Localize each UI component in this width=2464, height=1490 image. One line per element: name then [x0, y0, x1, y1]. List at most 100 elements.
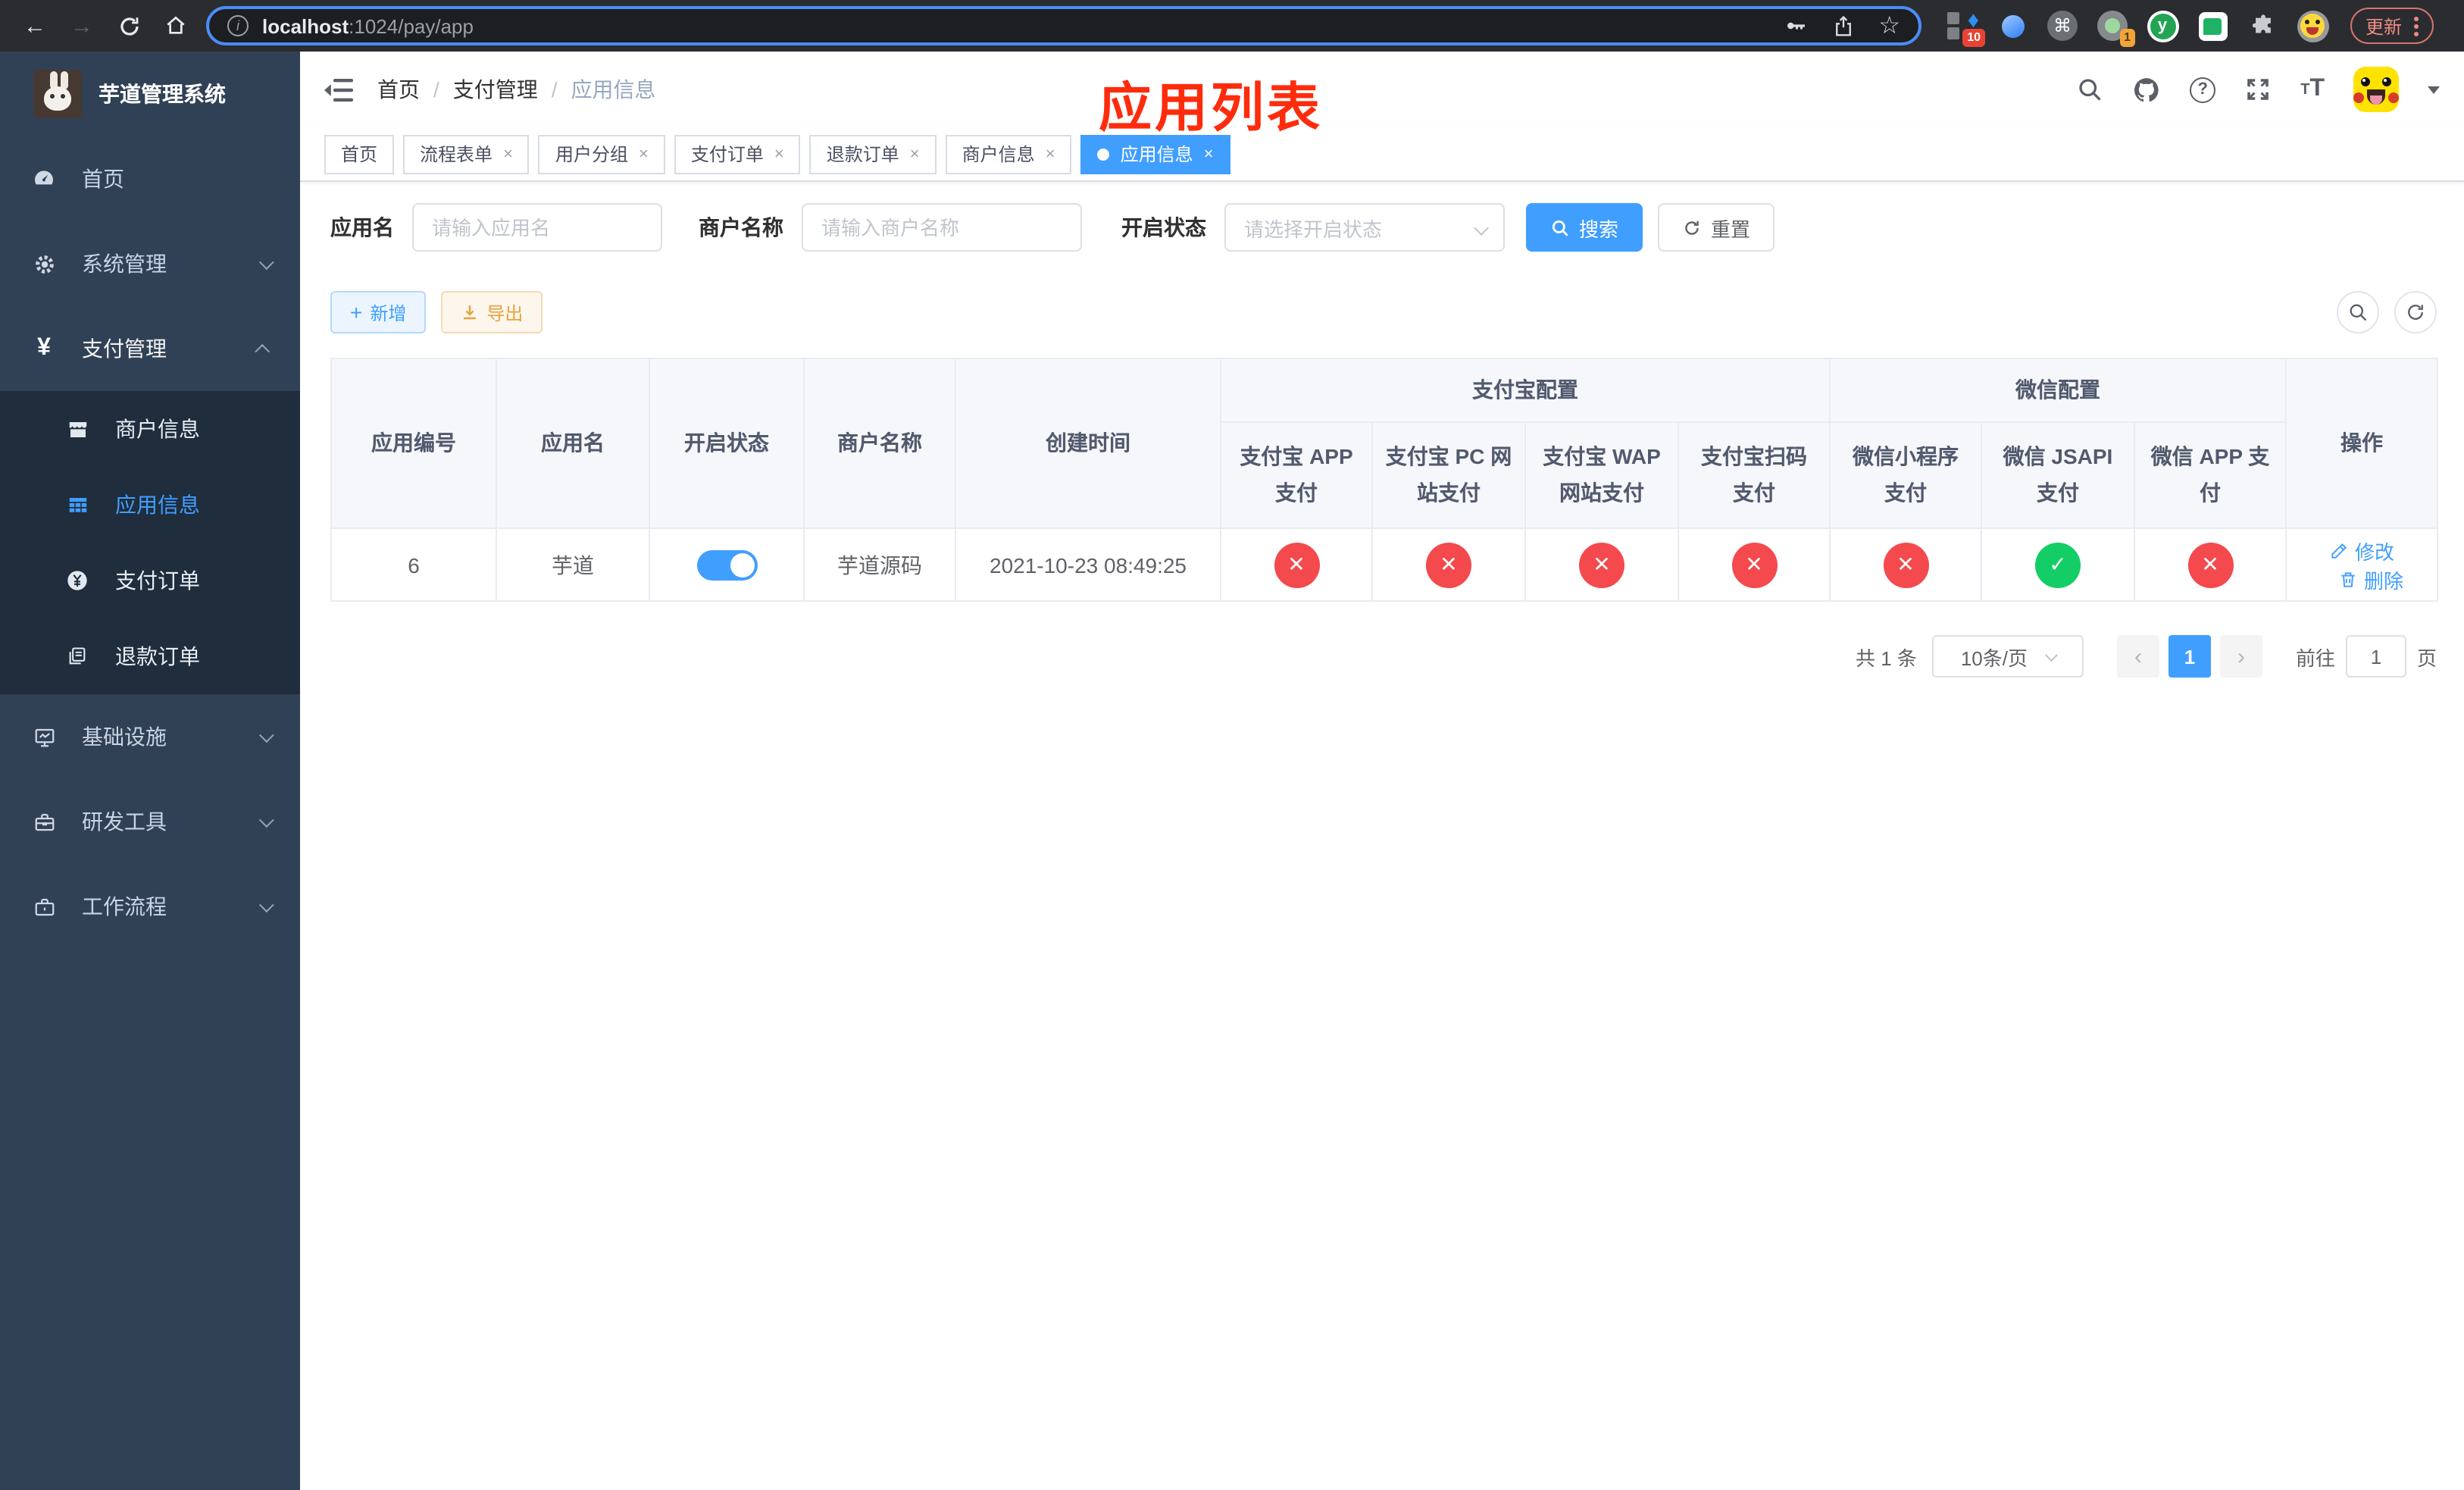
extension-recorder-icon[interactable]: 1: [2096, 9, 2135, 47]
tab-process-form[interactable]: 流程表单 ×: [403, 134, 530, 174]
refresh-table-button[interactable]: [2394, 291, 2437, 333]
extension-blocks-icon[interactable]: ♦ 10: [1946, 9, 1985, 47]
extensions-area: ♦ 10 ⌘ 1 y: [1946, 9, 2329, 47]
extension-badge: 1: [2119, 29, 2135, 47]
home-button[interactable]: [156, 6, 195, 45]
close-icon[interactable]: ×: [1204, 145, 1214, 163]
prev-page-button[interactable]: ‹: [2116, 635, 2159, 678]
col-header-wechat-app: 微信 APP 支付: [2133, 421, 2287, 529]
col-header-app-id: 应用编号: [330, 358, 497, 529]
forward-button[interactable]: →: [62, 6, 102, 45]
breadcrumb-payment[interactable]: 支付管理: [453, 74, 538, 105]
extension-balloon-icon[interactable]: [1996, 9, 2029, 42]
add-button[interactable]: + 新增: [330, 291, 427, 333]
status-select[interactable]: 请选择开启状态: [1224, 203, 1505, 252]
col-header-alipay-app: 支付宝 APP 支付: [1220, 421, 1373, 529]
trash-icon: [2341, 571, 2355, 587]
sidebar-item-system[interactable]: 系统管理: [0, 221, 300, 306]
tab-merchant-info[interactable]: 商户信息 ×: [945, 134, 1072, 174]
col-header-wechat-jsapi: 微信 JSAPI 支付: [1981, 421, 2135, 529]
chrome-update-button[interactable]: 更新: [2350, 8, 2434, 44]
wechat-app-status-icon: [2187, 542, 2233, 587]
extension-chat-icon[interactable]: [2196, 9, 2229, 42]
status-toggle[interactable]: [696, 549, 757, 580]
github-icon[interactable]: [2132, 75, 2161, 104]
sidebar-item-app-info[interactable]: 应用信息: [0, 467, 300, 543]
alipay-app-status-icon: [1274, 542, 1319, 587]
toggle-search-button[interactable]: [2337, 291, 2379, 333]
browser-menu-icon[interactable]: [2414, 16, 2419, 36]
goto-label: 前往: [2295, 646, 2335, 669]
help-icon[interactable]: ?: [2190, 77, 2216, 102]
back-button[interactable]: ←: [15, 6, 55, 45]
breadcrumb-home[interactable]: 首页: [377, 74, 420, 105]
alipay-qr-status-icon: [1731, 542, 1777, 587]
tab-user-group[interactable]: 用户分组 ×: [538, 134, 665, 174]
address-bar[interactable]: i localhost:1024/pay/app ☆: [206, 6, 1921, 45]
col-header-created: 创建时间: [955, 358, 1221, 529]
search-icon: [2350, 304, 2367, 321]
sidebar-item-refund-orders[interactable]: 退款订单: [0, 618, 300, 694]
sidebar-item-label: 支付订单: [115, 568, 200, 593]
close-icon[interactable]: ×: [639, 145, 649, 163]
monitor-icon: [30, 725, 58, 748]
tab-home[interactable]: 首页: [324, 134, 395, 174]
close-icon[interactable]: ×: [910, 145, 920, 163]
sidebar-item-payment[interactable]: ¥ 支付管理: [0, 306, 300, 391]
page-unit-label: 页: [2416, 646, 2437, 669]
close-icon[interactable]: ×: [774, 145, 784, 163]
extension-y-icon[interactable]: y: [2146, 9, 2179, 42]
font-size-icon[interactable]: TT: [2300, 76, 2325, 103]
extensions-puzzle-icon[interactable]: [2246, 9, 2279, 42]
password-key-icon[interactable]: [1783, 14, 1807, 38]
reset-button[interactable]: 重置: [1658, 203, 1775, 252]
shop-icon: [64, 418, 91, 440]
merchant-name-input[interactable]: [802, 203, 1082, 252]
current-page[interactable]: 1: [2168, 635, 2211, 678]
sidebar-item-label: 退款订单: [115, 644, 200, 668]
reload-button[interactable]: [109, 6, 149, 45]
edit-link[interactable]: 修改: [2329, 536, 2394, 565]
close-icon[interactable]: ×: [1046, 145, 1055, 163]
status-label: 开启状态: [1121, 215, 1206, 239]
goto-page-input[interactable]: [2345, 635, 2406, 678]
tab-payment-orders[interactable]: 支付订单 ×: [674, 134, 801, 174]
site-info-icon[interactable]: i: [227, 15, 249, 36]
export-button[interactable]: 导出: [441, 291, 543, 333]
sidebar-item-label: 工作流程: [82, 894, 167, 919]
tags-view-bar: 首页 流程表单 × 用户分组 × 支付订单 × 退款订单 × 商户信息 × 应用信息 ×: [300, 127, 2464, 182]
sidebar-item-dev-tools[interactable]: 研发工具: [0, 779, 300, 864]
profile-avatar[interactable]: [2296, 9, 2329, 42]
tab-refund-orders[interactable]: 退款订单 ×: [809, 134, 937, 174]
close-icon[interactable]: ×: [503, 145, 513, 163]
sidebar-fold-icon[interactable]: [324, 77, 353, 102]
search-icon[interactable]: [2076, 76, 2103, 103]
col-header-alipay-pc: 支付宝 PC 网站支付: [1371, 421, 1526, 529]
sidebar-item-home[interactable]: 首页: [0, 136, 300, 221]
page-size-select[interactable]: 10条/页: [1931, 635, 2084, 678]
app-logo[interactable]: 芋道管理系统: [0, 52, 300, 136]
tab-app-info[interactable]: 应用信息 ×: [1080, 134, 1230, 174]
sidebar-item-payment-orders[interactable]: 支付订单: [0, 543, 300, 618]
col-header-alipay-qr: 支付宝扫码支付: [1678, 421, 1831, 529]
sidebar-item-merchant-info[interactable]: 商户信息: [0, 391, 300, 467]
user-avatar[interactable]: [2353, 67, 2399, 112]
avatar-caret-icon[interactable]: [2428, 86, 2440, 93]
edit-pencil-icon: [2331, 542, 2347, 558]
bookmark-star-icon[interactable]: ☆: [1878, 11, 1900, 41]
sidebar-item-infrastructure[interactable]: 基础设施: [0, 694, 300, 779]
app-name-input[interactable]: [412, 203, 662, 252]
delete-link[interactable]: 删除: [2338, 565, 2403, 593]
extension-badge: 10: [1962, 29, 1985, 47]
col-header-wechat-mini: 微信小程序支付: [1829, 421, 1982, 529]
extension-command-icon[interactable]: ⌘: [2046, 9, 2079, 42]
fullscreen-icon[interactable]: [2244, 76, 2272, 103]
top-navbar: 首页 / 支付管理 / 应用信息 ? T T: [300, 52, 2464, 127]
next-page-button[interactable]: ›: [2219, 635, 2262, 678]
total-count: 共 1 条: [1856, 646, 1917, 669]
share-icon[interactable]: [1831, 14, 1854, 37]
gear-icon: [30, 252, 58, 275]
update-label: 更新: [2366, 16, 2403, 37]
search-button[interactable]: 搜索: [1526, 203, 1643, 252]
sidebar-item-workflow[interactable]: 工作流程: [0, 864, 300, 949]
